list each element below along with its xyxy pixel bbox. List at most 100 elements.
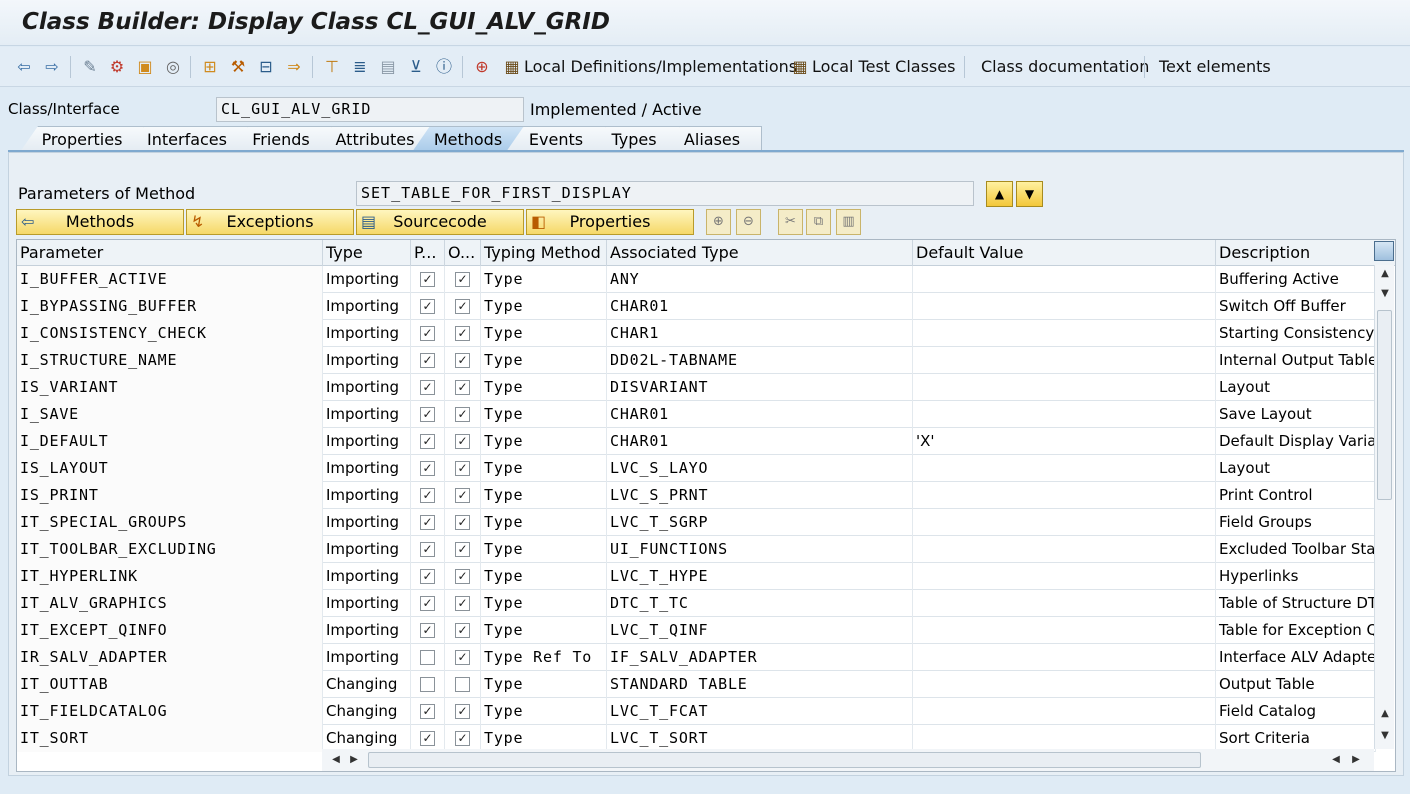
- pass-by-value-checkbox[interactable]: ✓: [420, 434, 435, 449]
- optional-checkbox[interactable]: ✓: [455, 380, 470, 395]
- object-list-icon[interactable]: ⊞: [198, 55, 222, 79]
- cell-typing-method[interactable]: Type: [481, 725, 607, 752]
- column-configuration-icon[interactable]: [1374, 241, 1394, 261]
- cell-associated-type[interactable]: LVC_S_PRNT: [607, 482, 913, 509]
- cell-typing-method[interactable]: Type: [481, 374, 607, 401]
- cell-typing-method[interactable]: Type: [481, 266, 607, 293]
- align-icon[interactable]: ≣: [348, 55, 372, 79]
- table-row[interactable]: IT_EXCEPT_QINFO Importing ✓ ✓ Type LVC_T_QINF…: [17, 617, 1376, 644]
- column-header-pass-by-value[interactable]: P...: [411, 240, 445, 266]
- cell-default-value[interactable]: [913, 320, 1216, 347]
- cell-associated-type[interactable]: LVC_T_SORT: [607, 725, 913, 752]
- table-row[interactable]: IS_VARIANT Importing ✓ ✓ Type DISVARIANT Layou…: [17, 374, 1376, 401]
- optional-checkbox[interactable]: ✓: [455, 596, 470, 611]
- tab-methods[interactable]: Methods: [412, 126, 524, 152]
- cell-type[interactable]: Changing: [323, 698, 411, 725]
- cell-type[interactable]: Importing: [323, 266, 411, 293]
- pass-by-value-checkbox[interactable]: ✓: [420, 488, 435, 503]
- check-icon[interactable]: ⚙: [105, 55, 129, 79]
- pass-by-value-checkbox[interactable]: ✓: [420, 569, 435, 584]
- previous-method-button[interactable]: ▲: [986, 181, 1013, 207]
- local-test-classes-button[interactable]: Local Test Classes: [812, 56, 955, 78]
- optional-checkbox[interactable]: ✓: [455, 434, 470, 449]
- hierarchy-tree-icon[interactable]: ⊕: [470, 55, 494, 79]
- cell-typing-method[interactable]: Type: [481, 590, 607, 617]
- cut-icon[interactable]: ✂: [778, 209, 803, 235]
- scroll-down-icon[interactable]: ▼: [1375, 727, 1395, 745]
- cell-default-value[interactable]: [913, 374, 1216, 401]
- pass-by-value-checkbox[interactable]: ✓: [420, 704, 435, 719]
- pass-by-value-checkbox[interactable]: ✓: [420, 623, 435, 638]
- table-row[interactable]: IT_HYPERLINK Importing ✓ ✓ Type LVC_T_HYPE Hyp…: [17, 563, 1376, 590]
- cell-typing-method[interactable]: Type: [481, 293, 607, 320]
- cell-type[interactable]: Importing: [323, 617, 411, 644]
- table-row[interactable]: IS_LAYOUT Importing ✓ ✓ Type LVC_S_LAYO Layout: [17, 455, 1376, 482]
- cell-parameter[interactable]: IS_VARIANT: [17, 374, 323, 401]
- scroll-right-icon[interactable]: ▶: [1346, 751, 1366, 769]
- exceptions-nav-button[interactable]: ↯ Exceptions: [186, 209, 354, 235]
- table-row[interactable]: I_DEFAULT Importing ✓ ✓ Type CHAR01 'X' Default…: [17, 428, 1376, 455]
- cell-description[interactable]: Layout: [1216, 374, 1376, 401]
- cell-associated-type[interactable]: LVC_T_HYPE: [607, 563, 913, 590]
- cell-default-value[interactable]: [913, 266, 1216, 293]
- activate-icon[interactable]: ▣: [133, 55, 157, 79]
- cell-associated-type[interactable]: STANDARD TABLE: [607, 671, 913, 698]
- cell-typing-method[interactable]: Type: [481, 320, 607, 347]
- cell-description[interactable]: Print Control: [1216, 482, 1376, 509]
- cell-type[interactable]: Importing: [323, 428, 411, 455]
- pass-by-value-checkbox[interactable]: ✓: [420, 407, 435, 422]
- tab-interfaces[interactable]: Interfaces: [126, 126, 248, 152]
- insert-row-icon[interactable]: ⊕: [706, 209, 731, 235]
- text-elements-button[interactable]: Text elements: [1159, 56, 1271, 78]
- cell-parameter[interactable]: I_SAVE: [17, 401, 323, 428]
- paste-icon[interactable]: ▥: [836, 209, 861, 235]
- local-test-classes-icon[interactable]: ▦: [788, 55, 812, 79]
- pass-by-value-checkbox[interactable]: ✓: [420, 380, 435, 395]
- pass-by-value-checkbox[interactable]: ✓: [420, 461, 435, 476]
- cell-description[interactable]: Table for Exception Q: [1216, 617, 1376, 644]
- copy-icon[interactable]: ⧉: [806, 209, 831, 235]
- class-documentation-button[interactable]: Class documentation: [981, 56, 1149, 78]
- cell-typing-method[interactable]: Type: [481, 536, 607, 563]
- cell-description[interactable]: Save Layout: [1216, 401, 1376, 428]
- optional-checkbox[interactable]: ✓: [455, 650, 470, 665]
- display-object-icon[interactable]: ⊟: [254, 55, 278, 79]
- cell-description[interactable]: Interface ALV Adapter: [1216, 644, 1376, 671]
- cell-type[interactable]: Importing: [323, 509, 411, 536]
- cell-description[interactable]: Table of Structure DT: [1216, 590, 1376, 617]
- cell-associated-type[interactable]: DTC_T_TC: [607, 590, 913, 617]
- table-row[interactable]: IS_PRINT Importing ✓ ✓ Type LVC_S_PRNT Print C…: [17, 482, 1376, 509]
- info-icon[interactable]: ⓘ: [432, 55, 456, 79]
- cell-parameter[interactable]: IT_ALV_GRAPHICS: [17, 590, 323, 617]
- cell-description[interactable]: Buffering Active: [1216, 266, 1376, 293]
- cell-parameter[interactable]: IT_SPECIAL_GROUPS: [17, 509, 323, 536]
- table-icon[interactable]: ▤: [376, 55, 400, 79]
- cell-type[interactable]: Importing: [323, 536, 411, 563]
- cell-associated-type[interactable]: CHAR01: [607, 293, 913, 320]
- column-header-typing-method[interactable]: Typing Method: [481, 240, 607, 266]
- scroll-up-page-icon[interactable]: ▼: [1375, 285, 1395, 303]
- cell-parameter[interactable]: I_BUFFER_ACTIVE: [17, 266, 323, 293]
- optional-checkbox[interactable]: ✓: [455, 569, 470, 584]
- pass-by-value-checkbox[interactable]: ✓: [420, 542, 435, 557]
- optional-checkbox[interactable]: ✓: [455, 731, 470, 746]
- local-definitions-icon[interactable]: ▦: [500, 55, 524, 79]
- pass-by-value-checkbox[interactable]: [420, 650, 435, 665]
- optional-checkbox[interactable]: [455, 677, 470, 692]
- table-row[interactable]: I_STRUCTURE_NAME Importing ✓ ✓ Type DD02L-TAB…: [17, 347, 1376, 374]
- cell-associated-type[interactable]: LVC_T_QINF: [607, 617, 913, 644]
- sourcecode-nav-button[interactable]: ▤ Sourcecode: [356, 209, 524, 235]
- pass-by-value-checkbox[interactable]: ✓: [420, 326, 435, 341]
- cell-default-value[interactable]: 'X': [913, 428, 1216, 455]
- display-change-icon[interactable]: ✎: [78, 55, 102, 79]
- cell-typing-method[interactable]: Type: [481, 563, 607, 590]
- cell-type[interactable]: Importing: [323, 347, 411, 374]
- cell-description[interactable]: Field Catalog: [1216, 698, 1376, 725]
- cell-description[interactable]: Default Display Variar: [1216, 428, 1376, 455]
- cell-associated-type[interactable]: ANY: [607, 266, 913, 293]
- cell-parameter[interactable]: IT_HYPERLINK: [17, 563, 323, 590]
- pass-by-value-checkbox[interactable]: ✓: [420, 299, 435, 314]
- cell-default-value[interactable]: [913, 509, 1216, 536]
- forward-arrow-icon[interactable]: ⇨: [40, 55, 64, 79]
- cell-typing-method[interactable]: Type: [481, 401, 607, 428]
